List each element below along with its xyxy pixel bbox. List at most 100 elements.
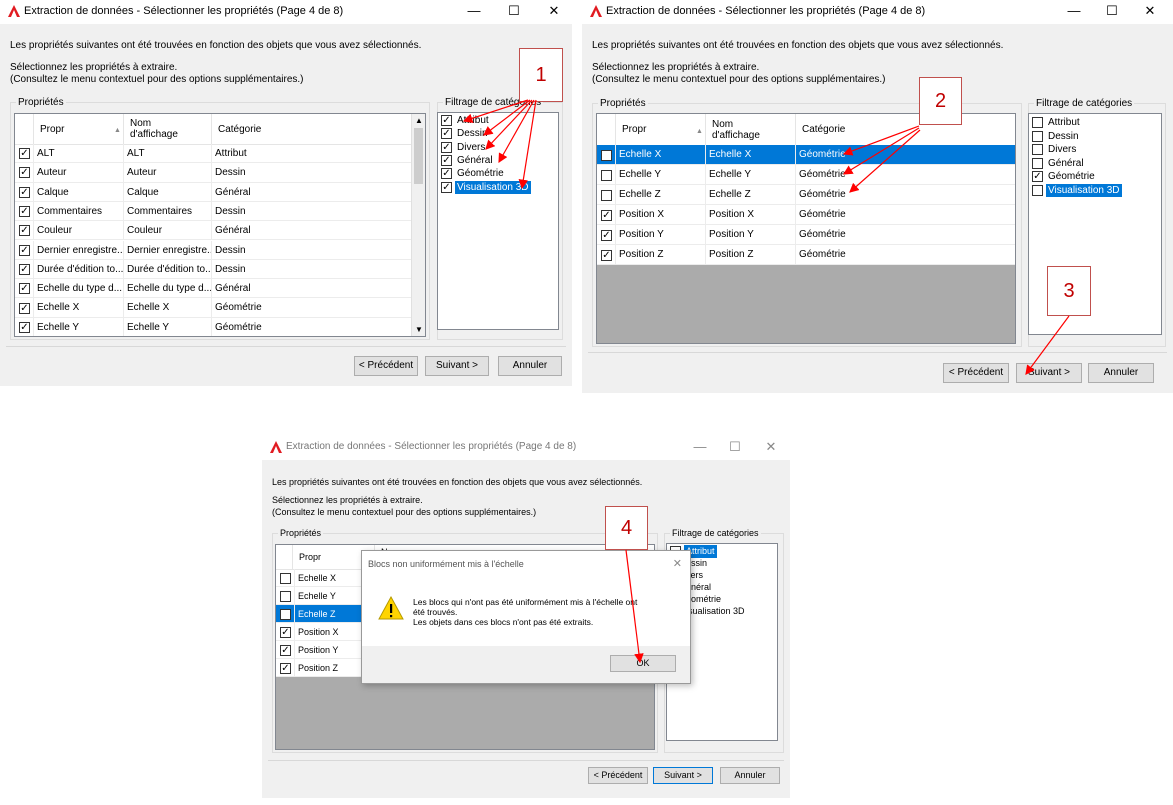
cell-categorie: Géométrie bbox=[795, 185, 1015, 204]
table-row[interactable]: ✓ ALT ALT Attribut bbox=[15, 144, 411, 164]
cancel-button[interactable]: Annuler bbox=[498, 356, 562, 376]
header-nom[interactable]: Nom d'affichage bbox=[123, 114, 211, 144]
checkbox-checked[interactable]: ✓ bbox=[19, 148, 30, 160]
cell-propr: Position Z bbox=[615, 245, 705, 264]
checkbox-unchecked[interactable] bbox=[1032, 157, 1043, 169]
table-row[interactable]: ✓ Auteur Auteur Dessin bbox=[15, 163, 411, 183]
table-row[interactable]: ✓ Position Y Position Y Géométrie bbox=[597, 225, 1015, 245]
header-propr[interactable]: Propr ▲ bbox=[615, 114, 705, 145]
header-categorie[interactable]: Catégorie bbox=[795, 114, 1015, 145]
scroll-up-icon[interactable]: ▲ bbox=[415, 116, 423, 125]
checkbox-unchecked[interactable] bbox=[601, 149, 612, 161]
scroll-thumb[interactable] bbox=[414, 128, 423, 184]
warning-close-icon[interactable]: ✕ bbox=[673, 557, 682, 570]
checkbox-checked[interactable]: ✓ bbox=[280, 662, 291, 674]
checkbox-checked[interactable]: ✓ bbox=[441, 168, 452, 180]
cell-nom: Echelle X bbox=[123, 298, 211, 317]
table-row[interactable]: Echelle X Echelle X Géométrie bbox=[597, 145, 1015, 165]
checkbox-checked[interactable]: ✓ bbox=[601, 249, 612, 261]
table-row[interactable]: ✓ Durée d'édition to... Durée d'édition to… bbox=[15, 259, 411, 280]
checkbox-checked[interactable]: ✓ bbox=[19, 283, 30, 295]
checkbox-unchecked[interactable] bbox=[601, 189, 612, 201]
checkbox-checked[interactable]: ✓ bbox=[441, 141, 452, 153]
checkbox-unchecked[interactable] bbox=[1032, 184, 1043, 196]
checkbox-checked[interactable]: ✓ bbox=[19, 206, 30, 218]
checkbox-unchecked[interactable] bbox=[1032, 117, 1043, 128]
previous-button[interactable]: < Précédent bbox=[943, 363, 1009, 383]
cell-categorie: Général bbox=[211, 221, 411, 240]
checkbox-unchecked[interactable] bbox=[1032, 144, 1043, 155]
cell-categorie: Général bbox=[211, 279, 411, 298]
minimize-icon[interactable]: — bbox=[1060, 2, 1088, 20]
checkbox-checked[interactable]: ✓ bbox=[1032, 171, 1043, 182]
table-row[interactable]: Echelle Y Echelle Y Géométrie bbox=[597, 165, 1015, 185]
table-row[interactable]: ✓ Couleur Couleur Général bbox=[15, 221, 411, 241]
checkbox-unchecked[interactable] bbox=[1032, 130, 1043, 142]
next-button[interactable]: Suivant > bbox=[1016, 363, 1082, 383]
checkbox-checked[interactable]: ✓ bbox=[19, 225, 30, 237]
properties-grid[interactable]: Propr ▲ Nom d'affichage Catégorie ▲ ▼ ✓ AL… bbox=[14, 113, 426, 337]
table-row[interactable]: ✓ Echelle Y Echelle Y Géométrie bbox=[15, 317, 411, 336]
checkbox-checked[interactable]: ✓ bbox=[19, 302, 30, 314]
previous-button[interactable]: < Précédent bbox=[354, 356, 418, 376]
filter-list[interactable]: ✓ Attribut ✓ Dessin ✓ Divers ✓ Général ✓ Géométri… bbox=[437, 112, 559, 330]
checkbox-checked[interactable]: ✓ bbox=[19, 263, 30, 275]
next-button[interactable]: Suivant > bbox=[425, 356, 489, 376]
properties-grid[interactable]: Propr ▲ Nom d'affichage Catégorie Echelle… bbox=[596, 113, 1016, 344]
next-button[interactable]: Suivant > bbox=[653, 767, 713, 784]
checkbox-unchecked[interactable] bbox=[601, 169, 612, 181]
checkbox-checked[interactable]: ✓ bbox=[19, 321, 30, 333]
table-row[interactable]: ✓ Calque Calque Général bbox=[15, 182, 411, 202]
checkbox-checked[interactable]: ✓ bbox=[601, 229, 612, 241]
filter-item-label: Visualisation 3D bbox=[1046, 183, 1122, 197]
table-row[interactable]: ✓ Position Z Position Z Géométrie bbox=[597, 245, 1015, 265]
header-categorie[interactable]: Catégorie bbox=[211, 114, 411, 144]
warning-message-3: Les objets dans ces blocs n'ont pas été … bbox=[413, 617, 594, 627]
checkbox-unchecked[interactable] bbox=[280, 608, 291, 620]
table-row[interactable]: ✓ Position X Position X Géométrie bbox=[597, 205, 1015, 225]
checkbox-checked[interactable]: ✓ bbox=[441, 181, 452, 193]
filter-item-label: Attribut bbox=[1048, 117, 1080, 128]
close-icon[interactable]: ✕ bbox=[540, 2, 568, 20]
cancel-button[interactable]: Annuler bbox=[720, 767, 780, 784]
table-row[interactable]: ✓ Echelle du type d... Echelle du type d..… bbox=[15, 279, 411, 299]
previous-button[interactable]: < Précédent bbox=[588, 767, 648, 784]
intro-text-3: (Consultez le menu contextuel pour des o… bbox=[10, 74, 304, 85]
title-bar: Extraction de données - Sélectionner les… bbox=[582, 0, 1173, 24]
cell-nom: Echelle Z bbox=[705, 185, 795, 204]
close-icon[interactable]: ✕ bbox=[1136, 2, 1164, 20]
callout-step-3: 3 bbox=[1047, 266, 1091, 316]
cell-propr: Position Y bbox=[615, 225, 705, 244]
autocad-logo-icon bbox=[8, 5, 20, 17]
maximize-icon[interactable]: ☐ bbox=[721, 438, 749, 456]
checkbox-checked[interactable]: ✓ bbox=[19, 167, 30, 179]
checkbox-checked[interactable]: ✓ bbox=[441, 128, 452, 140]
ok-button[interactable]: OK bbox=[610, 655, 676, 672]
minimize-icon[interactable]: — bbox=[460, 2, 488, 20]
checkbox-unchecked[interactable] bbox=[280, 590, 291, 602]
intro-text-3: (Consultez le menu contextuel pour des o… bbox=[272, 507, 537, 517]
checkbox-checked[interactable]: ✓ bbox=[280, 644, 291, 656]
checkbox-checked[interactable]: ✓ bbox=[19, 244, 30, 256]
table-row[interactable]: ✓ Dernier enregistre... Dernier enregistre… bbox=[15, 240, 411, 260]
checkbox-checked[interactable]: ✓ bbox=[280, 626, 291, 638]
checkbox-checked[interactable]: ✓ bbox=[601, 209, 612, 221]
header-nom[interactable]: Nom d'affichage bbox=[705, 114, 795, 145]
table-row[interactable]: Echelle Z Echelle Z Géométrie bbox=[597, 185, 1015, 205]
header-propr[interactable]: Propr ▲ bbox=[33, 114, 123, 144]
cancel-button[interactable]: Annuler bbox=[1088, 363, 1154, 383]
minimize-icon[interactable]: — bbox=[686, 438, 714, 456]
vertical-scrollbar[interactable]: ▲ ▼ bbox=[411, 114, 425, 336]
checkbox-checked[interactable]: ✓ bbox=[19, 186, 30, 198]
cell-categorie: Géométrie bbox=[795, 145, 1015, 164]
maximize-icon[interactable]: ☐ bbox=[500, 2, 528, 20]
table-row[interactable]: ✓ Echelle X Echelle X Géométrie bbox=[15, 298, 411, 318]
scroll-down-icon[interactable]: ▼ bbox=[415, 325, 423, 334]
close-icon[interactable]: ✕ bbox=[757, 438, 785, 456]
table-row[interactable]: ✓ Commentaires Commentaires Dessin bbox=[15, 201, 411, 222]
maximize-icon[interactable]: ☐ bbox=[1098, 2, 1126, 20]
checkbox-checked[interactable]: ✓ bbox=[441, 154, 452, 166]
checkbox-unchecked[interactable] bbox=[280, 572, 291, 584]
cell-propr: Echelle du type d... bbox=[33, 279, 123, 298]
checkbox-checked[interactable]: ✓ bbox=[441, 115, 452, 126]
